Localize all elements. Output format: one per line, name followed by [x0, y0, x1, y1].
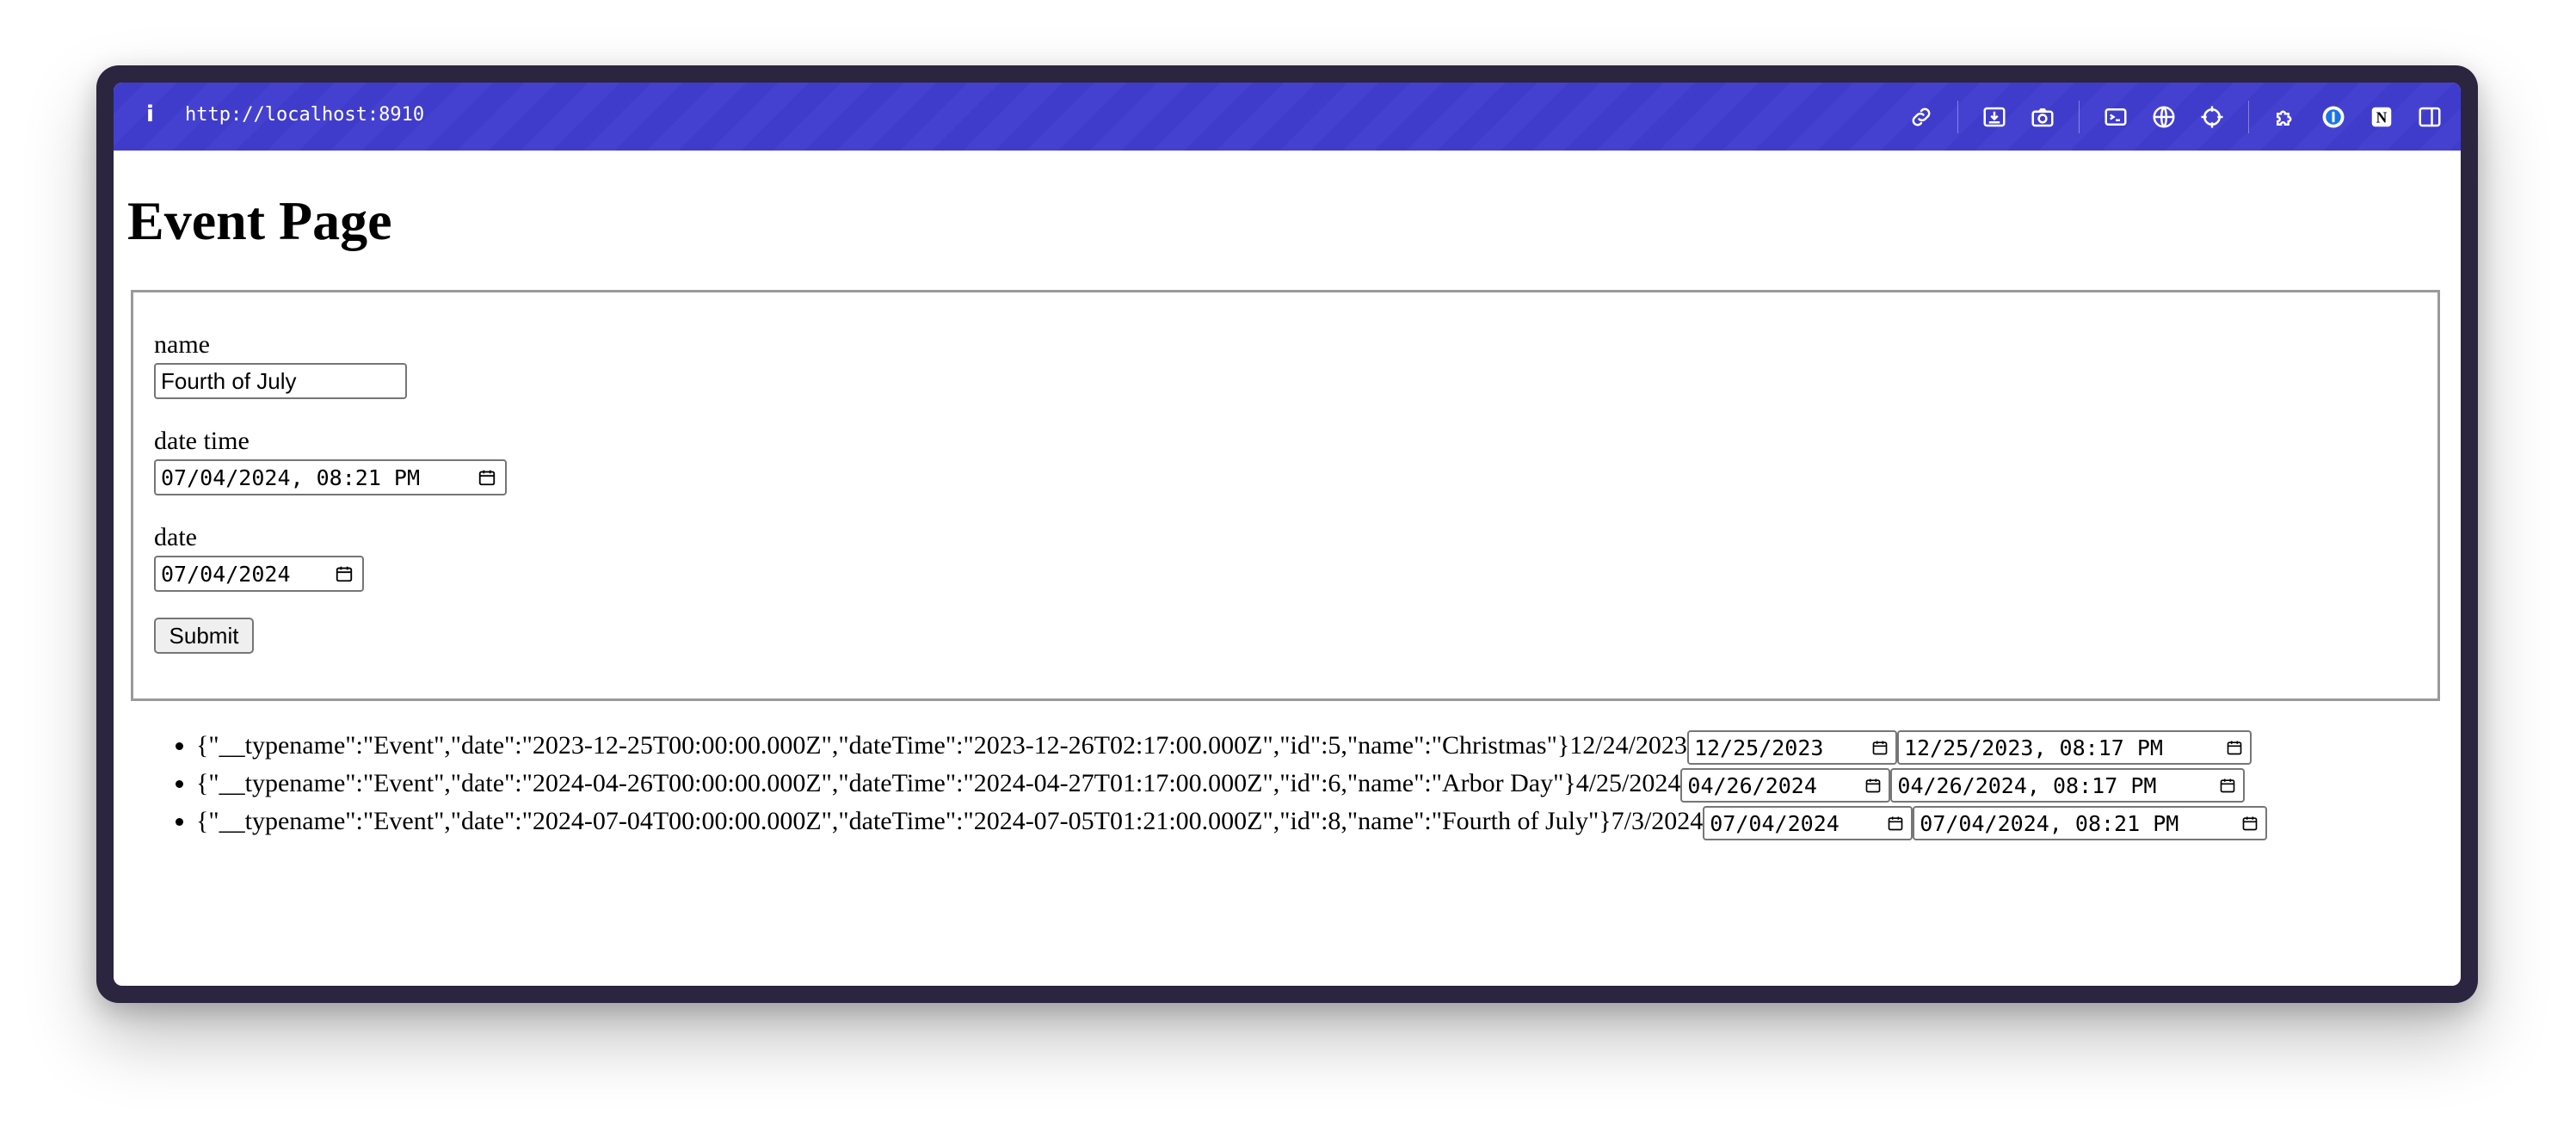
event-date-value: 07/04/2024 [1710, 810, 1840, 836]
list-item: {"__typename":"Event","date":"2024-07-04… [196, 803, 2447, 841]
date-input[interactable]: 07/04/2024 [154, 556, 364, 592]
event-local-date: 7/3/2024 [1611, 807, 1704, 836]
svg-text:N: N [2376, 108, 2388, 126]
page-content: Event Page name Fourth of July date time… [114, 151, 2461, 841]
toolbar-divider [1957, 100, 1958, 133]
toolbar-icons: N [1890, 83, 2447, 151]
date-input-value: 07/04/2024 [161, 561, 291, 587]
calendar-icon[interactable] [1887, 815, 1904, 832]
date-label: date [154, 523, 197, 551]
event-form: name Fourth of July date time 07/04/2024… [131, 290, 2440, 701]
notion-icon[interactable]: N [2364, 100, 2399, 134]
page-title: Event Page [127, 190, 392, 251]
extension-icon[interactable] [2268, 100, 2302, 134]
datetime-input[interactable]: 07/04/2024, 08:21 PM [154, 459, 507, 495]
calendar-icon[interactable] [2219, 777, 2236, 794]
globe-icon[interactable] [2147, 100, 2181, 134]
datetime-label: date time [154, 427, 250, 455]
event-json: {"__typename":"Event","date":"2024-04-26… [196, 769, 1576, 798]
datetime-input-value: 07/04/2024, 08:21 PM [161, 464, 421, 490]
event-list: {"__typename":"Event","date":"2023-12-25… [127, 727, 2447, 841]
download-icon[interactable] [1977, 100, 2012, 134]
event-local-date: 12/24/2023 [1569, 731, 1687, 760]
event-datetime-input[interactable]: 04/26/2024, 08:17 PM [1890, 768, 2246, 803]
browser-window: i http://localhost:8910 N Event Page nam… [96, 65, 2478, 1003]
event-datetime-input[interactable]: 12/25/2023, 08:17 PM [1896, 730, 2252, 766]
name-input-value: Fourth of July [161, 367, 297, 394]
event-datetime-value: 04/26/2024, 08:17 PM [1897, 772, 2157, 798]
name-field-group: name Fourth of July [154, 330, 407, 399]
calendar-icon[interactable] [478, 468, 496, 487]
camera-icon[interactable] [2025, 100, 2060, 134]
calendar-icon[interactable] [1871, 739, 1889, 756]
browser-viewport: i http://localhost:8910 N Event Page nam… [114, 83, 2461, 986]
name-input[interactable]: Fourth of July [154, 363, 407, 399]
event-datetime-value: 12/25/2023, 08:17 PM [1903, 735, 2163, 760]
toolbar-divider [2079, 100, 2080, 133]
event-date-input[interactable]: 12/25/2023 [1686, 730, 1897, 766]
name-label: name [154, 330, 210, 359]
list-item: {"__typename":"Event","date":"2024-04-26… [196, 765, 2447, 803]
calendar-icon[interactable] [1864, 777, 1882, 794]
password-manager-icon[interactable] [2316, 100, 2351, 134]
event-json: {"__typename":"Event","date":"2023-12-25… [196, 731, 1570, 760]
toolbar-divider [2248, 100, 2249, 133]
event-date-input[interactable]: 04/26/2024 [1680, 768, 1891, 803]
sidebar-icon[interactable] [2413, 100, 2447, 134]
calendar-icon[interactable] [335, 564, 354, 583]
event-datetime-value: 07/04/2024, 08:21 PM [1920, 810, 2179, 836]
url-display[interactable]: http://localhost:8910 [185, 104, 424, 126]
event-date-input[interactable]: 07/04/2024 [1703, 806, 1914, 841]
submit-button[interactable]: Submit [154, 618, 254, 654]
crosshair-icon[interactable] [2195, 100, 2229, 134]
event-local-date: 4/25/2024 [1575, 769, 1681, 798]
info-icon[interactable]: i [146, 102, 154, 127]
terminal-icon[interactable] [2098, 100, 2133, 134]
submit-group: Submit [154, 618, 254, 654]
date-field-group: date 07/04/2024 [154, 523, 364, 592]
event-datetime-input[interactable]: 07/04/2024, 08:21 PM [1913, 806, 2268, 841]
calendar-icon[interactable] [2241, 815, 2259, 832]
calendar-icon[interactable] [2226, 739, 2243, 756]
event-json: {"__typename":"Event","date":"2024-07-04… [196, 807, 1612, 836]
event-date-value: 04/26/2024 [1687, 772, 1817, 798]
list-item: {"__typename":"Event","date":"2023-12-25… [196, 727, 2447, 766]
event-date-value: 12/25/2023 [1693, 735, 1824, 760]
datetime-field-group: date time 07/04/2024, 08:21 PM [154, 427, 507, 495]
link-icon[interactable] [1904, 100, 1938, 134]
browser-toolbar: i http://localhost:8910 N [114, 83, 2461, 151]
